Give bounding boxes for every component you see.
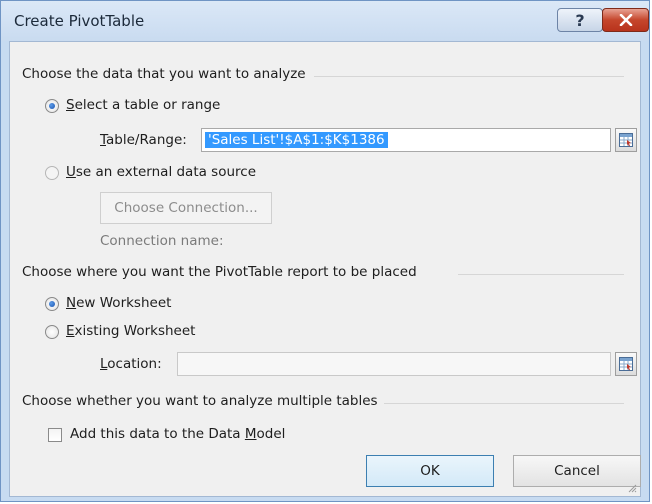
- section-divider: [314, 76, 624, 77]
- existing-worksheet-radio[interactable]: [45, 325, 59, 339]
- placement-section-heading: Choose where you want the PivotTable rep…: [22, 264, 417, 280]
- dialog-content: Choose the data that you want to analyze…: [9, 41, 641, 497]
- location-label: Location:: [100, 356, 162, 372]
- close-button[interactable]: [602, 8, 649, 32]
- table-range-input[interactable]: 'Sales List'!$A$1:$K$1386: [201, 128, 611, 152]
- close-icon: [619, 14, 632, 26]
- table-range-label: Table/Range:: [100, 132, 187, 148]
- data-model-label[interactable]: Add this data to the Data Model: [70, 426, 285, 442]
- help-button[interactable]: ?: [557, 8, 603, 32]
- create-pivottable-dialog: Create PivotTable ? Choose the data that…: [0, 0, 650, 502]
- new-worksheet-radio[interactable]: [45, 297, 59, 311]
- resize-grip-icon[interactable]: [627, 483, 637, 493]
- connection-name-label: Connection name:: [100, 233, 224, 249]
- data-model-checkbox[interactable]: [48, 428, 62, 442]
- external-source-label[interactable]: Use an external data source: [66, 164, 256, 180]
- section-divider: [384, 403, 624, 404]
- cancel-button[interactable]: Cancel: [513, 455, 641, 487]
- table-range-picker-button[interactable]: [615, 128, 637, 152]
- multiple-tables-section-heading: Choose whether you want to analyze multi…: [22, 393, 378, 409]
- existing-worksheet-label[interactable]: Existing Worksheet: [66, 323, 195, 339]
- choose-connection-button[interactable]: Choose Connection...: [100, 192, 272, 224]
- range-selector-icon: [619, 357, 633, 371]
- help-icon: ?: [575, 10, 585, 30]
- location-input[interactable]: [177, 352, 611, 376]
- table-range-value: 'Sales List'!$A$1:$K$1386: [205, 132, 388, 148]
- select-table-label[interactable]: Select a table or range: [66, 97, 220, 113]
- dialog-title: Create PivotTable: [14, 12, 145, 30]
- section-divider: [458, 274, 624, 275]
- external-source-radio[interactable]: [45, 166, 59, 180]
- analyze-section-heading: Choose the data that you want to analyze: [22, 66, 306, 82]
- new-worksheet-label[interactable]: New Worksheet: [66, 295, 171, 311]
- ok-button[interactable]: OK: [366, 455, 494, 487]
- title-bar[interactable]: Create PivotTable ?: [1, 1, 649, 41]
- range-selector-icon: [619, 133, 633, 147]
- location-picker-button[interactable]: [615, 352, 637, 376]
- select-table-radio[interactable]: [45, 99, 59, 113]
